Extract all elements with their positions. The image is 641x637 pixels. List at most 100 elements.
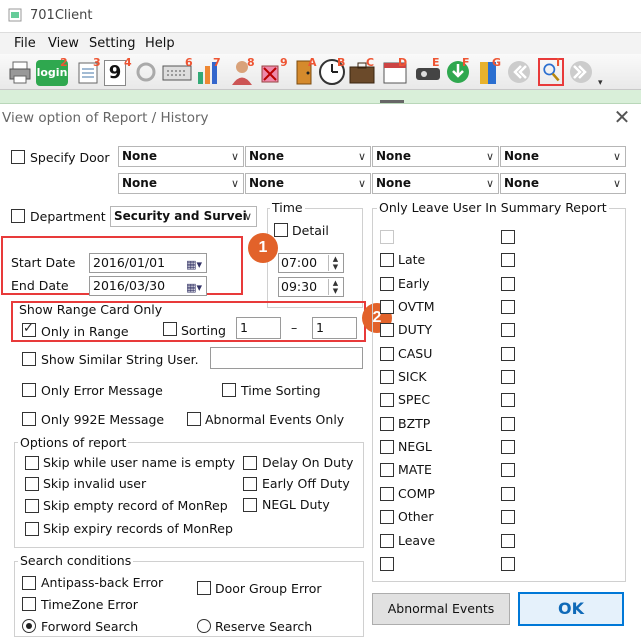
nine-icon[interactable]: 9 <box>104 60 126 86</box>
search-user-icon[interactable] <box>538 58 564 86</box>
leave-type-checkbox[interactable] <box>380 463 394 477</box>
leave-type-checkbox-right[interactable] <box>501 463 515 477</box>
leave-type-checkbox-right[interactable] <box>501 300 515 314</box>
spinner-arrows-icon[interactable]: ▲ ▼ <box>328 255 342 271</box>
leave-type-checkbox[interactable] <box>380 230 394 244</box>
door-select-5[interactable]: None ∨ <box>118 173 244 194</box>
menu-file[interactable]: File <box>14 36 36 51</box>
leave-type-checkbox-right[interactable] <box>501 230 515 244</box>
back-icon[interactable] <box>506 58 532 86</box>
antipass-checkbox[interactable] <box>22 576 36 590</box>
skip-empty-monrep-checkbox[interactable] <box>25 499 39 513</box>
forward-search-radio[interactable] <box>22 619 36 633</box>
leave-type-label: BZTP <box>398 416 431 431</box>
leave-type-checkbox-right[interactable] <box>501 393 515 407</box>
door-select-3[interactable]: None ∨ <box>372 146 499 167</box>
leave-type-checkbox-right[interactable] <box>501 323 515 337</box>
sorting-checkbox[interactable] <box>163 322 177 336</box>
door-select-7[interactable]: None ∨ <box>372 173 499 194</box>
chevron-down-icon: ∨ <box>243 210 252 223</box>
start-time-spinner[interactable]: 07:00 ▲ ▼ <box>278 253 344 273</box>
leave-type-checkbox[interactable] <box>380 510 394 524</box>
specify-door-checkbox[interactable] <box>11 150 25 164</box>
only-in-range-checkbox[interactable] <box>22 321 36 337</box>
splitter-handle[interactable] <box>380 100 404 103</box>
printer-icon[interactable] <box>8 58 32 86</box>
leave-type-checkbox-right[interactable] <box>501 347 515 361</box>
tb-num: I <box>556 56 561 69</box>
range-from-input[interactable]: 1 <box>236 317 281 339</box>
refresh-icon[interactable] <box>134 58 158 86</box>
skip-invalid-checkbox[interactable] <box>25 477 39 491</box>
leave-type-checkbox-right[interactable] <box>501 557 515 571</box>
tb-num: 2 <box>60 56 68 69</box>
only-992e-checkbox[interactable] <box>22 412 36 426</box>
leave-type-checkbox-right[interactable] <box>501 370 515 384</box>
leave-type-checkbox-right[interactable] <box>501 277 515 291</box>
leave-type-checkbox[interactable] <box>380 557 394 571</box>
start-date-picker[interactable]: 2016/01/01 ▦▾ <box>89 253 207 273</box>
leave-type-checkbox[interactable] <box>380 277 394 291</box>
leave-type-checkbox-right[interactable] <box>501 534 515 548</box>
menu-help[interactable]: Help <box>145 36 175 51</box>
end-date-picker[interactable]: 2016/03/30 ▦▾ <box>89 276 207 296</box>
tb-num: 6 <box>185 56 193 69</box>
spinner-arrows-icon[interactable]: ▲ ▼ <box>328 279 342 295</box>
dialog-title: View option of Report / History <box>2 110 209 126</box>
timezone-checkbox[interactable] <box>22 597 36 611</box>
abnormal-only-checkbox[interactable] <box>187 412 201 426</box>
leave-type-checkbox[interactable] <box>380 253 394 267</box>
start-date-label: Start Date <box>11 255 76 270</box>
range-dash: – <box>291 320 298 335</box>
start-date-value: 2016/01/01 <box>93 255 166 270</box>
door-select-1[interactable]: None ∨ <box>118 146 244 167</box>
abnormal-only-label: Abnormal Events Only <box>205 412 345 427</box>
toolbar-overflow-icon[interactable]: ▾ <box>598 78 603 88</box>
department-label: Department <box>30 209 106 224</box>
menu-setting[interactable]: Setting <box>89 36 136 51</box>
leave-type-checkbox[interactable] <box>380 534 394 548</box>
door-select-8[interactable]: None ∨ <box>500 173 626 194</box>
door-group-checkbox[interactable] <box>197 581 211 595</box>
department-select[interactable]: Security and Survei ∨ <box>110 206 257 227</box>
door-select-4[interactable]: None ∨ <box>500 146 626 167</box>
only-error-checkbox[interactable] <box>22 383 36 397</box>
leave-type-checkbox-right[interactable] <box>501 510 515 524</box>
calendar-dropdown-icon[interactable]: ▦▾ <box>186 279 202 297</box>
delay-on-duty-checkbox[interactable] <box>243 456 257 470</box>
leave-type-checkbox[interactable] <box>380 370 394 384</box>
range-to-input[interactable]: 1 <box>312 317 357 339</box>
leave-type-checkbox[interactable] <box>380 300 394 314</box>
forward-icon[interactable] <box>568 58 594 86</box>
chevron-down-icon: ∨ <box>357 177 366 190</box>
leave-type-checkbox[interactable] <box>380 323 394 337</box>
ok-button[interactable]: OK <box>518 592 624 626</box>
skip-expiry-monrep-checkbox[interactable] <box>25 522 39 536</box>
leave-type-checkbox-right[interactable] <box>501 440 515 454</box>
detail-checkbox[interactable] <box>274 223 288 237</box>
reserve-search-radio[interactable] <box>197 619 211 633</box>
close-icon[interactable]: ✕ <box>611 106 633 128</box>
leave-type-checkbox[interactable] <box>380 487 394 501</box>
leave-type-checkbox[interactable] <box>380 393 394 407</box>
similar-string-checkbox[interactable] <box>22 352 36 366</box>
abnormal-events-button[interactable]: Abnormal Events <box>372 593 510 625</box>
calendar-dropdown-icon[interactable]: ▦▾ <box>186 256 202 274</box>
similar-string-input[interactable] <box>210 347 363 369</box>
menu-view[interactable]: View <box>48 36 79 51</box>
leave-type-checkbox[interactable] <box>380 440 394 454</box>
department-checkbox[interactable] <box>11 209 25 223</box>
leave-type-checkbox[interactable] <box>380 417 394 431</box>
leave-type-checkbox[interactable] <box>380 347 394 361</box>
skip-empty-name-checkbox[interactable] <box>25 456 39 470</box>
leave-type-checkbox-right[interactable] <box>501 253 515 267</box>
leave-type-label: OVTM <box>398 299 435 314</box>
time-sorting-checkbox[interactable] <box>222 383 236 397</box>
negl-duty-checkbox[interactable] <box>243 498 257 512</box>
door-select-6[interactable]: None ∨ <box>245 173 371 194</box>
leave-type-checkbox-right[interactable] <box>501 417 515 431</box>
leave-type-checkbox-right[interactable] <box>501 487 515 501</box>
early-off-duty-checkbox[interactable] <box>243 477 257 491</box>
door-select-2[interactable]: None ∨ <box>245 146 371 167</box>
end-time-spinner[interactable]: 09:30 ▲ ▼ <box>278 277 344 297</box>
